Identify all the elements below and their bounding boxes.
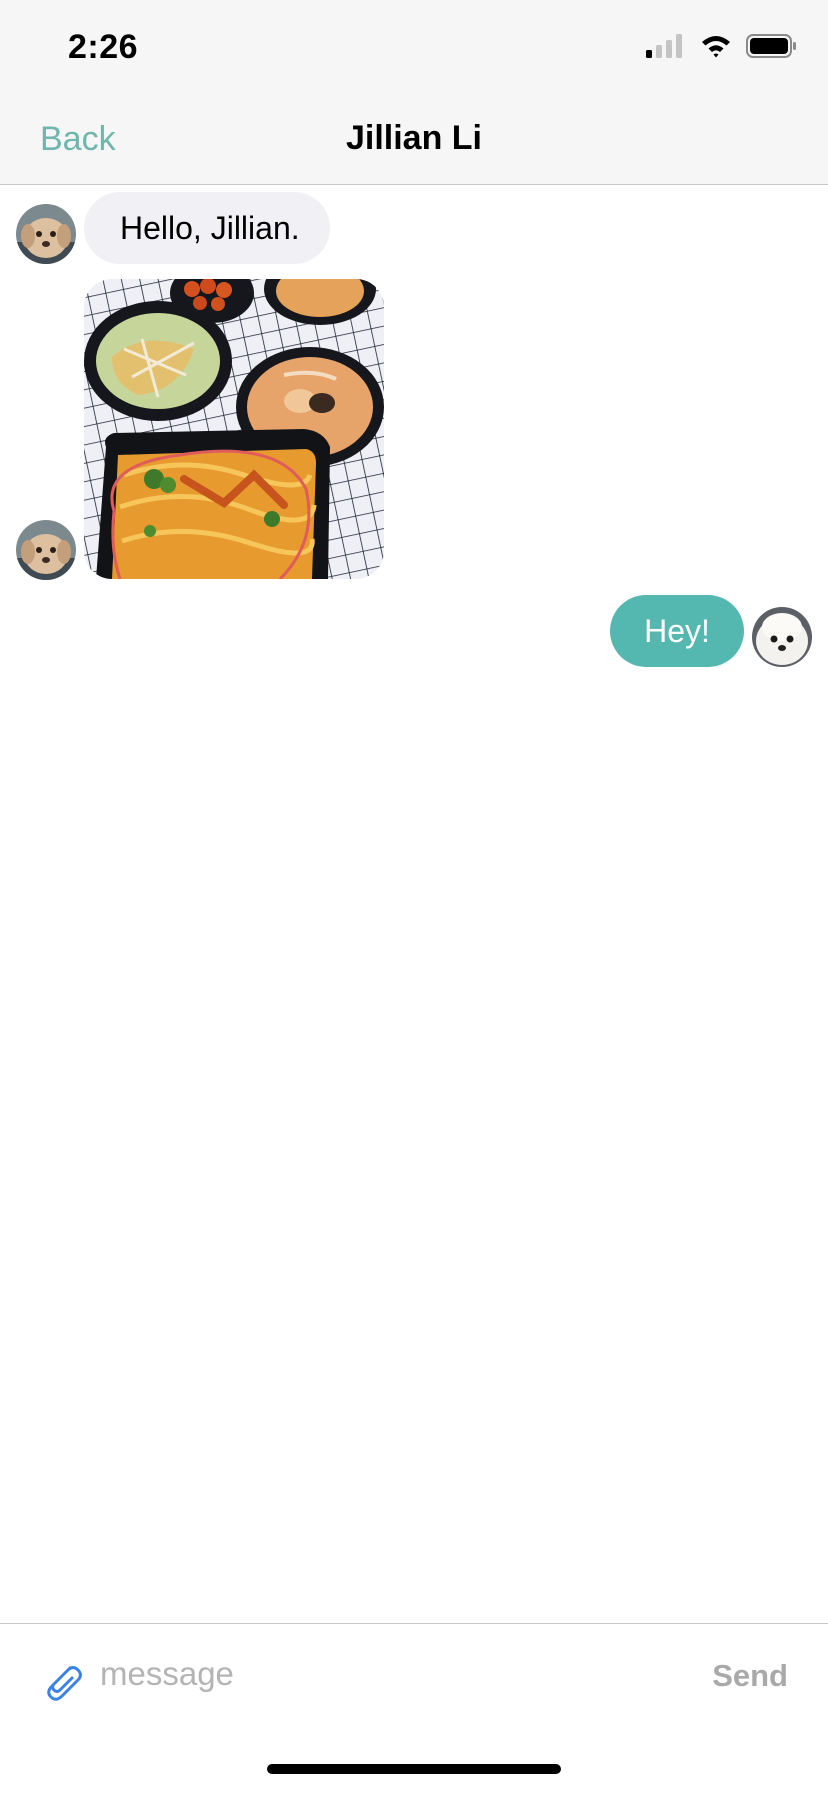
chat-title: Jillian Li — [345, 119, 483, 157]
contact-avatar[interactable] — [16, 520, 76, 580]
status-bar: 2:26 — [0, 0, 828, 92]
cellular-signal-icon — [646, 34, 682, 58]
wifi-icon — [702, 36, 730, 58]
contact-avatar[interactable] — [16, 204, 76, 264]
sent-message-bubble[interactable]: Hey! — [610, 595, 744, 667]
send-button[interactable]: Send — [712, 1658, 788, 1694]
status-time: 2:26 — [68, 28, 139, 66]
user-avatar[interactable] — [752, 607, 812, 667]
message-input[interactable] — [100, 1644, 660, 1704]
battery-icon — [746, 34, 796, 58]
home-indicator[interactable] — [267, 1764, 561, 1774]
paperclip-icon[interactable] — [40, 1658, 84, 1702]
status-icons — [646, 34, 798, 58]
navigation-bar: Back Jillian Li — [0, 92, 828, 185]
received-message-bubble[interactable]: Hello, Jillian. — [84, 192, 330, 264]
food-photo-message[interactable] — [84, 279, 384, 579]
